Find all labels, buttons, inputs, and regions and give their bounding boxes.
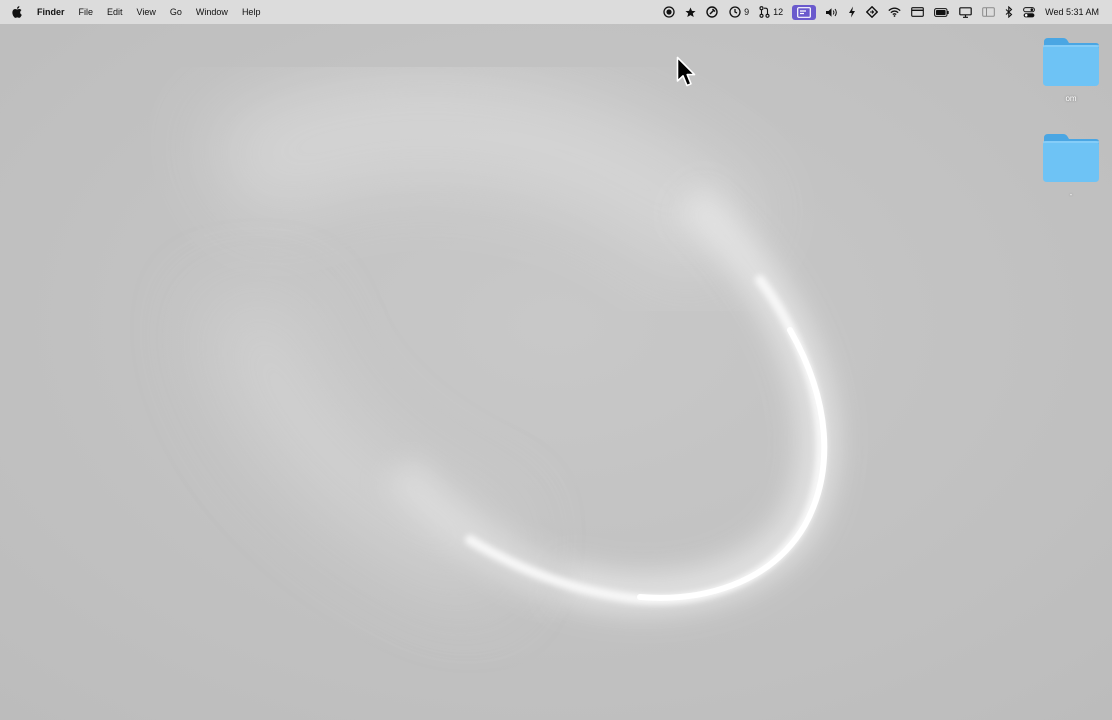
battery-status[interactable] [929, 0, 954, 24]
card-status[interactable] [906, 0, 929, 24]
display-highlight-status[interactable] [792, 4, 817, 20]
control-center-status[interactable] [1018, 0, 1040, 24]
apple-logo-icon [12, 6, 22, 18]
screen-mirror-icon [959, 6, 972, 18]
desktop-folder-label: om [1065, 94, 1077, 103]
timer-status[interactable]: 9 [724, 0, 754, 24]
wallpaper-swirl [0, 0, 1112, 720]
file-menu[interactable]: File [72, 0, 101, 24]
bluetooth-status[interactable] [1000, 0, 1018, 24]
folder-icon [1043, 134, 1099, 182]
bolt-status[interactable] [843, 0, 861, 24]
desktop-folder-label: - [1069, 190, 1073, 199]
timer-count: 9 [744, 7, 750, 17]
wifi-icon [888, 7, 901, 17]
bluetooth-icon [1005, 6, 1013, 18]
screen-record-status[interactable] [658, 0, 680, 24]
view-menu[interactable]: View [130, 0, 163, 24]
hammer-status[interactable] [701, 0, 724, 24]
window-menu[interactable]: Window [189, 0, 235, 24]
mouse-pointer-icon [676, 56, 696, 87]
display-highlight-icon [797, 6, 812, 18]
edit-menu[interactable]: Edit [100, 0, 130, 24]
window-icon [982, 7, 995, 17]
help-menu[interactable]: Help [235, 0, 268, 24]
diamond-icon [866, 6, 879, 18]
volume-icon [826, 7, 837, 17]
volume-status[interactable] [820, 0, 843, 24]
star-icon [685, 7, 696, 17]
screen-mirror-status[interactable] [954, 0, 977, 24]
menu-bar-status: 9 12 Wed 5:31 AM [658, 0, 1104, 24]
hammer-icon [706, 6, 718, 18]
window-status[interactable] [977, 0, 1000, 24]
pull-requests-count: 12 [773, 7, 784, 17]
menu-bar-clock[interactable]: Wed 5:31 AM [1040, 0, 1104, 24]
app-name-menu[interactable]: Finder [30, 0, 72, 24]
desktop: Finder File Edit View Go Window Help 9 1… [0, 0, 1112, 720]
bolt-icon [849, 6, 856, 18]
menu-bar-left: Finder File Edit View Go Window Help [10, 0, 267, 24]
apple-menu[interactable] [10, 6, 30, 18]
card-icon [911, 7, 924, 17]
pull-request-icon [759, 6, 770, 18]
pull-requests-status[interactable]: 12 [754, 0, 788, 24]
wifi-status[interactable] [883, 0, 906, 24]
star-status[interactable] [680, 0, 701, 24]
folder-icon [1043, 38, 1099, 86]
go-menu[interactable]: Go [163, 0, 189, 24]
battery-icon [934, 7, 949, 17]
menu-bar: Finder File Edit View Go Window Help 9 1… [0, 0, 1112, 24]
desktop-folder-om[interactable]: om [1036, 36, 1106, 103]
control-center-icon [1023, 6, 1036, 17]
screen-record-icon [663, 6, 675, 18]
desktop-folder-dash[interactable]: - [1036, 132, 1106, 199]
timer-icon [729, 6, 741, 18]
diamond-status[interactable] [861, 0, 883, 24]
